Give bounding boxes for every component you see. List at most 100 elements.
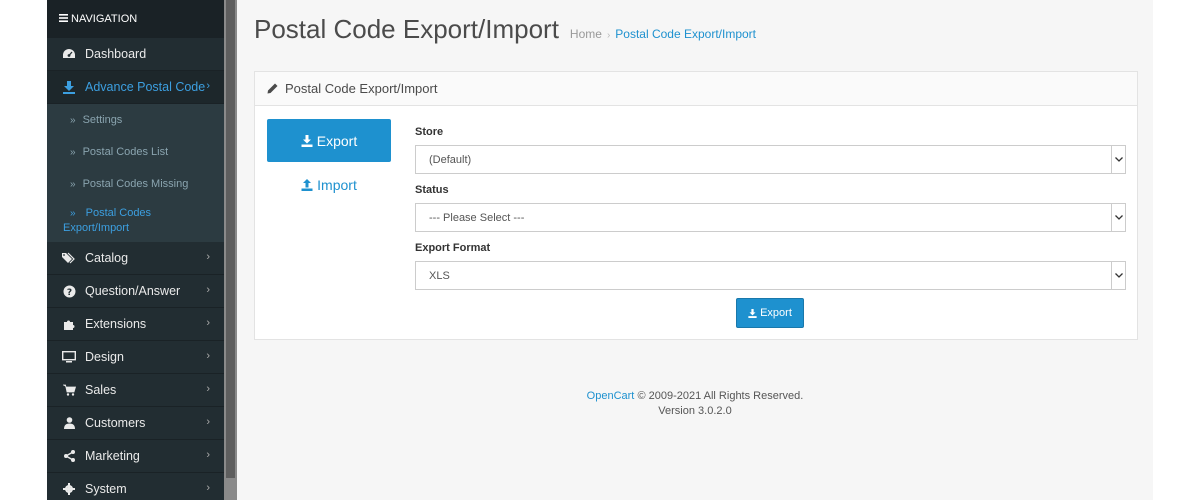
pencil-icon [267,83,278,94]
panel-title: Postal Code Export/Import [285,81,438,96]
sidebar-subitem-postal-codes-export-import[interactable]: » Postal Codes Export/Import [47,200,224,242]
sidebar-scrollbar[interactable] [224,0,237,500]
sidebar-item-question-answer[interactable]: ? Question/Answer › [47,275,224,308]
sidebar-item-system[interactable]: System › [47,473,224,500]
sidebar-subitem-postal-codes-list[interactable]: » Postal Codes List [47,136,224,168]
footer-version: Version 3.0.2.0 [658,405,732,417]
export-format-label: Export Format [415,242,491,254]
chevron-right-icon: › [206,482,210,494]
export-format-select-value: XLS [429,269,450,282]
footer: OpenCart © 2009-2021 All Rights Reserved… [237,389,1153,419]
chevron-right-icon: › [206,383,210,395]
sidebar-item-advance-postal-code[interactable]: Advance Postal Code › [47,71,224,104]
tab-import-label: Import [317,176,357,193]
cart-icon [62,383,76,397]
page-title: Postal Code Export/Import [254,14,559,44]
store-select[interactable]: (Default) [415,145,1126,174]
share-icon [62,449,76,463]
monitor-icon [62,350,76,364]
export-format-field-group: Export Format XLS [415,242,1126,290]
sidebar-subitem-label: Postal Codes Missing [82,178,189,190]
download-icon [748,308,757,318]
sidebar: NAVIGATION Dashboard Advance Postal Code… [47,0,224,500]
footer-copyright-line: OpenCart © 2009-2021 All Rights Reserved… [237,389,1153,404]
sidebar-item-customers[interactable]: Customers › [47,407,224,440]
gear-icon [62,482,76,496]
sidebar-subitem-settings[interactable]: » Settings [47,104,224,136]
breadcrumb-home[interactable]: Home [570,27,602,41]
main-content: Postal Code Export/Import Home › Postal … [237,0,1153,500]
tags-icon [62,251,76,265]
export-button[interactable]: Export [736,298,804,328]
double-chevron-icon: » [70,146,76,158]
sidebar-item-sales[interactable]: Sales › [47,374,224,407]
question-icon: ? [62,284,76,298]
chevron-right-icon: › [206,449,210,461]
sidebar-item-label: Customers [85,416,146,430]
tab-export-label: Export [316,132,358,149]
sidebar-item-label: Dashboard [85,47,147,61]
sidebar-item-label: System [85,482,127,496]
double-chevron-icon: » [70,178,76,190]
svg-text:?: ? [66,288,71,298]
tab-export[interactable]: Export [267,119,391,162]
status-select-value: --- Please Select --- [429,211,525,224]
export-import-panel: Postal Code Export/Import Export Import … [254,71,1138,340]
store-select-value: (Default) [429,153,472,166]
status-field-group: Status --- Please Select --- [415,184,1126,232]
chevron-right-icon: › [206,251,210,263]
chevron-right-icon: › [206,350,210,362]
sidebar-item-marketing[interactable]: Marketing › [47,440,224,473]
sidebar-item-label: Advance Postal Code [85,80,206,94]
breadcrumb: Home › Postal Code Export/Import [570,27,756,41]
sidebar-item-label: Sales [85,383,117,397]
double-chevron-icon: » [70,114,76,126]
tab-import[interactable]: Import [267,163,391,206]
panel-heading: Postal Code Export/Import [255,72,1137,106]
sidebar-item-label: Question/Answer [85,284,181,298]
chevron-down-icon [1111,204,1125,231]
chevron-right-icon: › [206,416,210,428]
sidebar-subitem-label: Settings [82,114,123,126]
export-button-label: Export [760,307,792,319]
sidebar-item-catalog[interactable]: Catalog › [47,242,224,275]
puzzle-icon [62,317,76,331]
export-format-select[interactable]: XLS [415,261,1126,290]
sidebar-item-label: Design [85,350,124,364]
menu-icon [59,13,68,25]
tab-list: Export Import [267,119,391,207]
sidebar-subitem-label: Postal Codes [85,207,152,219]
download-icon [62,80,76,94]
breadcrumb-current[interactable]: Postal Code Export/Import [615,27,756,41]
sidebar-item-extensions[interactable]: Extensions › [47,308,224,341]
status-label: Status [415,184,449,196]
chevron-right-icon: › [206,317,210,329]
store-field-group: Store (Default) [415,126,1126,174]
footer-opencart-link[interactable]: OpenCart [587,390,635,402]
sidebar-item-dashboard[interactable]: Dashboard [47,38,224,71]
user-icon [62,416,76,430]
status-select[interactable]: --- Please Select --- [415,203,1126,232]
store-label: Store [415,126,444,138]
nav-header-label: NAVIGATION [71,13,138,25]
chevron-down-icon [1111,146,1125,173]
breadcrumb-separator-icon: › [606,30,611,41]
download-icon [301,134,313,147]
dashboard-icon [62,47,76,61]
sidebar-item-label: Extensions [85,317,147,331]
sidebar-subitem-label: Postal Codes List [82,146,169,158]
sidebar-item-label: Marketing [85,449,140,463]
sidebar-item-design[interactable]: Design › [47,341,224,374]
export-form: Store (Default) Status --- Please Select… [415,126,1126,300]
chevron-right-icon: › [206,284,210,296]
sidebar-subitem-postal-codes-missing[interactable]: » Postal Codes Missing [47,168,224,200]
double-chevron-icon: » [70,208,76,219]
nav-header[interactable]: NAVIGATION [47,0,224,38]
sidebar-subitem-label-line2: Export/Import [63,222,130,234]
chevron-right-icon: › [206,80,210,92]
chevron-down-icon [1111,262,1125,289]
upload-icon [301,178,313,191]
page-header: Postal Code Export/Import Home › Postal … [254,14,756,45]
sidebar-item-label: Catalog [85,251,129,265]
scrollbar-thumb[interactable] [226,0,235,478]
